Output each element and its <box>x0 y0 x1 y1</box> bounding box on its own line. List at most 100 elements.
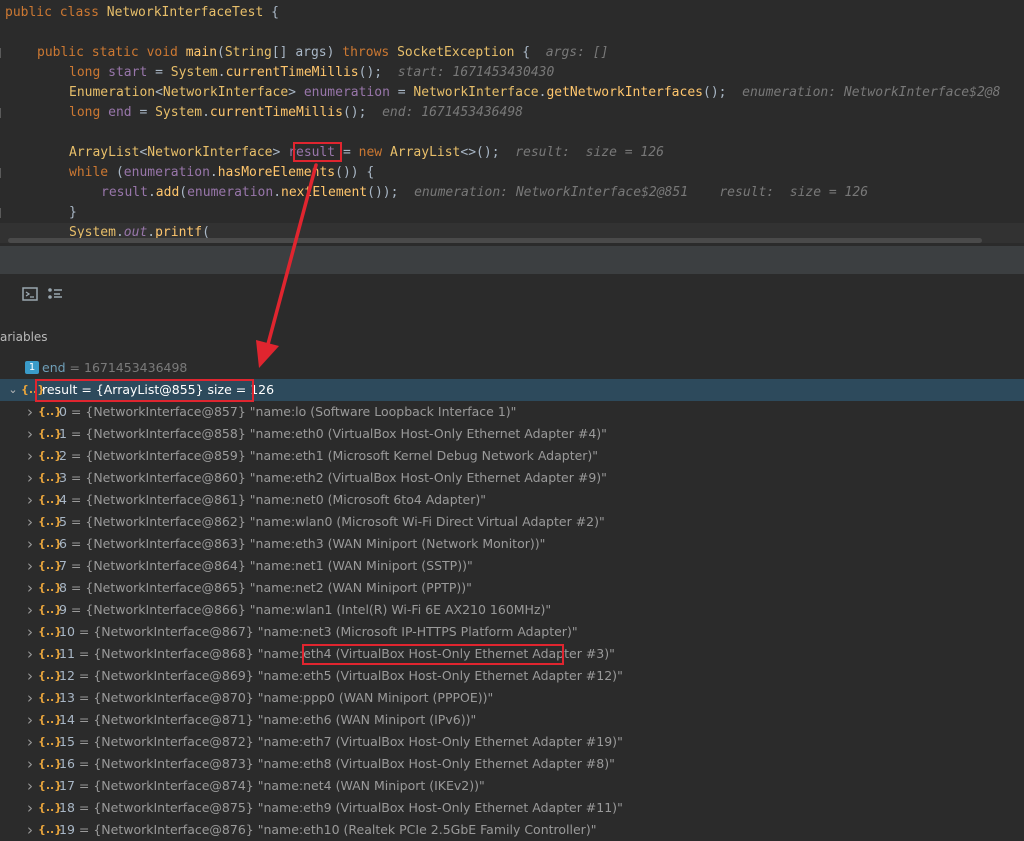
chevron-right-icon[interactable]: › <box>25 819 35 841</box>
list-item-index: 5 <box>59 514 67 529</box>
list-item[interactable]: › {..} 1 = {NetworkInterface@858} "name:et… <box>0 423 1024 445</box>
object-type-icon: {..} <box>38 515 63 528</box>
chevron-right-icon[interactable]: › <box>25 423 35 445</box>
list-item[interactable]: › {..} 0 = {NetworkInterface@857} "name:lo… <box>0 401 1024 423</box>
list-item-index: 15 <box>59 734 75 749</box>
list-item-value: = {NetworkInterface@871} "name:eth6 (WAN… <box>74 712 477 727</box>
code-line-9: } <box>69 205 77 220</box>
list-item-value: = {NetworkInterface@861} "name:net0 (Mic… <box>66 492 486 507</box>
inline-debug-hint: result: size = 126 <box>515 145 664 160</box>
list-item[interactable]: › {..} 19 = {NetworkInterface@876} "name:e… <box>0 819 1024 841</box>
list-item[interactable]: › {..} 16 = {NetworkInterface@873} "name:e… <box>0 753 1024 775</box>
list-item-value: = {NetworkInterface@865} "name:net2 (WAN… <box>66 580 472 595</box>
list-item-text: 12 = {NetworkInterface@869} "name:eth5 (… <box>59 665 623 687</box>
chevron-right-icon[interactable]: › <box>25 577 35 599</box>
list-item[interactable]: › {..} 6 = {NetworkInterface@863} "name:et… <box>0 533 1024 555</box>
chevron-right-icon[interactable]: › <box>25 621 35 643</box>
chevron-right-icon[interactable]: › <box>25 599 35 621</box>
chevron-down-icon[interactable]: ⌄ <box>8 379 18 401</box>
object-type-icon: {..} <box>38 801 63 814</box>
list-item[interactable]: › {..} 8 = {NetworkInterface@865} "name:ne… <box>0 577 1024 599</box>
panel-divider[interactable] <box>0 246 1024 274</box>
chevron-right-icon[interactable]: › <box>25 775 35 797</box>
list-item[interactable]: › {..} 11 = {NetworkInterface@868} "name:e… <box>0 643 1024 665</box>
list-item-value: = {NetworkInterface@857} "name:lo (Softw… <box>66 404 517 419</box>
object-type-icon: {..} <box>38 779 63 792</box>
list-item-text: 1 = {NetworkInterface@858} "name:eth0 (V… <box>59 423 607 445</box>
list-item-index: 4 <box>59 492 67 507</box>
variable-row-end[interactable]: 1 end = 1671453436498 <box>0 357 1024 379</box>
object-type-icon: {..} <box>38 823 63 836</box>
chevron-right-icon[interactable]: › <box>25 687 35 709</box>
chevron-right-icon[interactable]: › <box>25 401 35 423</box>
list-item-value: = {NetworkInterface@873} "name:eth8 (Vir… <box>74 756 615 771</box>
frames-list-icon[interactable] <box>47 286 63 302</box>
list-item[interactable]: › {..} 3 = {NetworkInterface@860} "name:et… <box>0 467 1024 489</box>
list-item[interactable]: › {..} 17 = {NetworkInterface@874} "name:n… <box>0 775 1024 797</box>
resume-icon[interactable] <box>0 286 8 302</box>
variable-row-result[interactable]: ⌄ {..} result = {ArrayList@855} size = 1… <box>0 379 1024 401</box>
list-item-text: 2 = {NetworkInterface@859} "name:eth1 (M… <box>59 445 598 467</box>
fold-marker[interactable] <box>0 168 6 178</box>
chevron-right-icon[interactable]: › <box>25 489 35 511</box>
code-line-4: Enumeration<NetworkInterface> enumeratio… <box>69 85 1001 100</box>
chevron-right-icon[interactable]: › <box>25 665 35 687</box>
list-item-text: 8 = {NetworkInterface@865} "name:net2 (W… <box>59 577 472 599</box>
list-item-text: 15 = {NetworkInterface@872} "name:eth7 (… <box>59 731 623 753</box>
object-type-icon: {..} <box>38 735 63 748</box>
list-item-text: 4 = {NetworkInterface@861} "name:net0 (M… <box>59 489 486 511</box>
list-item-value-highlighted: (VirtualBox Host-Only Ethernet Adapter #… <box>331 646 615 661</box>
list-item-text: 11 = {NetworkInterface@868} "name:eth4 (… <box>59 643 615 665</box>
inline-debug-hint: args: [] <box>545 45 609 60</box>
chevron-right-icon[interactable]: › <box>25 731 35 753</box>
code-line-1: public class NetworkInterfaceTest { <box>5 5 279 20</box>
list-item-value: = {NetworkInterface@872} "name:eth7 (Vir… <box>74 734 623 749</box>
object-type-icon: {..} <box>38 537 63 550</box>
object-type-icon: {..} <box>38 647 63 660</box>
list-item-index: 11 <box>59 646 75 661</box>
list-item[interactable]: › {..} 4 = {NetworkInterface@861} "name:ne… <box>0 489 1024 511</box>
object-type-icon: {..} <box>38 713 63 726</box>
list-item[interactable]: › {..} 15 = {NetworkInterface@872} "name:e… <box>0 731 1024 753</box>
list-item-index: 18 <box>59 800 75 815</box>
object-type-icon: {..} <box>38 691 63 704</box>
list-item[interactable]: › {..} 18 = {NetworkInterface@875} "name:e… <box>0 797 1024 819</box>
fold-marker[interactable] <box>0 48 6 58</box>
list-item-index: 13 <box>59 690 75 705</box>
code-line-5: long end = System.currentTimeMillis(); e… <box>69 105 523 120</box>
chevron-right-icon[interactable]: › <box>25 445 35 467</box>
fold-marker[interactable] <box>0 108 6 118</box>
list-item[interactable]: › {..} 12 = {NetworkInterface@869} "name:e… <box>0 665 1024 687</box>
code-editor[interactable]: public class NetworkInterfaceTest { publ… <box>0 0 1024 246</box>
list-item[interactable]: › {..} 14 = {NetworkInterface@871} "name:e… <box>0 709 1024 731</box>
inline-debug-hint: end: 1671453436498 <box>382 105 523 120</box>
list-item[interactable]: › {..} 5 = {NetworkInterface@862} "name:wl… <box>0 511 1024 533</box>
chevron-right-icon[interactable]: › <box>25 533 35 555</box>
chevron-right-icon[interactable]: › <box>25 797 35 819</box>
list-item[interactable]: › {..} 13 = {NetworkInterface@870} "name:p… <box>0 687 1024 709</box>
list-item[interactable]: › {..} 2 = {NetworkInterface@859} "name:et… <box>0 445 1024 467</box>
list-item[interactable]: › {..} 7 = {NetworkInterface@864} "name:ne… <box>0 555 1024 577</box>
list-item-value: = {NetworkInterface@867} "name:net3 (Mic… <box>74 624 578 639</box>
list-item[interactable]: › {..} 10 = {NetworkInterface@867} "name:n… <box>0 621 1024 643</box>
list-item-index: 2 <box>59 448 67 463</box>
chevron-right-icon[interactable]: › <box>25 467 35 489</box>
object-type-icon: {..} <box>38 471 63 484</box>
list-item-value: = {NetworkInterface@860} "name:eth2 (Vir… <box>66 470 607 485</box>
result-variable-token[interactable]: result <box>288 145 335 160</box>
code-line-6: ArrayList<NetworkInterface> result = new… <box>69 145 664 160</box>
object-type-icon: {..} <box>38 493 63 506</box>
chevron-right-icon[interactable]: › <box>25 511 35 533</box>
object-type-icon: {..} <box>38 427 63 440</box>
list-item-value: = {NetworkInterface@864} "name:net1 (WAN… <box>66 558 473 573</box>
chevron-right-icon[interactable]: › <box>25 753 35 775</box>
console-icon[interactable] <box>22 286 38 302</box>
chevron-right-icon[interactable]: › <box>25 709 35 731</box>
chevron-right-icon[interactable]: › <box>25 555 35 577</box>
horizontal-scrollbar[interactable] <box>8 238 982 243</box>
list-item-text: 10 = {NetworkInterface@867} "name:net3 (… <box>59 621 578 643</box>
fold-marker[interactable] <box>0 208 6 218</box>
chevron-right-icon[interactable]: › <box>25 643 35 665</box>
list-item-text: 5 = {NetworkInterface@862} "name:wlan0 (… <box>59 511 605 533</box>
list-item[interactable]: › {..} 9 = {NetworkInterface@866} "name:wl… <box>0 599 1024 621</box>
